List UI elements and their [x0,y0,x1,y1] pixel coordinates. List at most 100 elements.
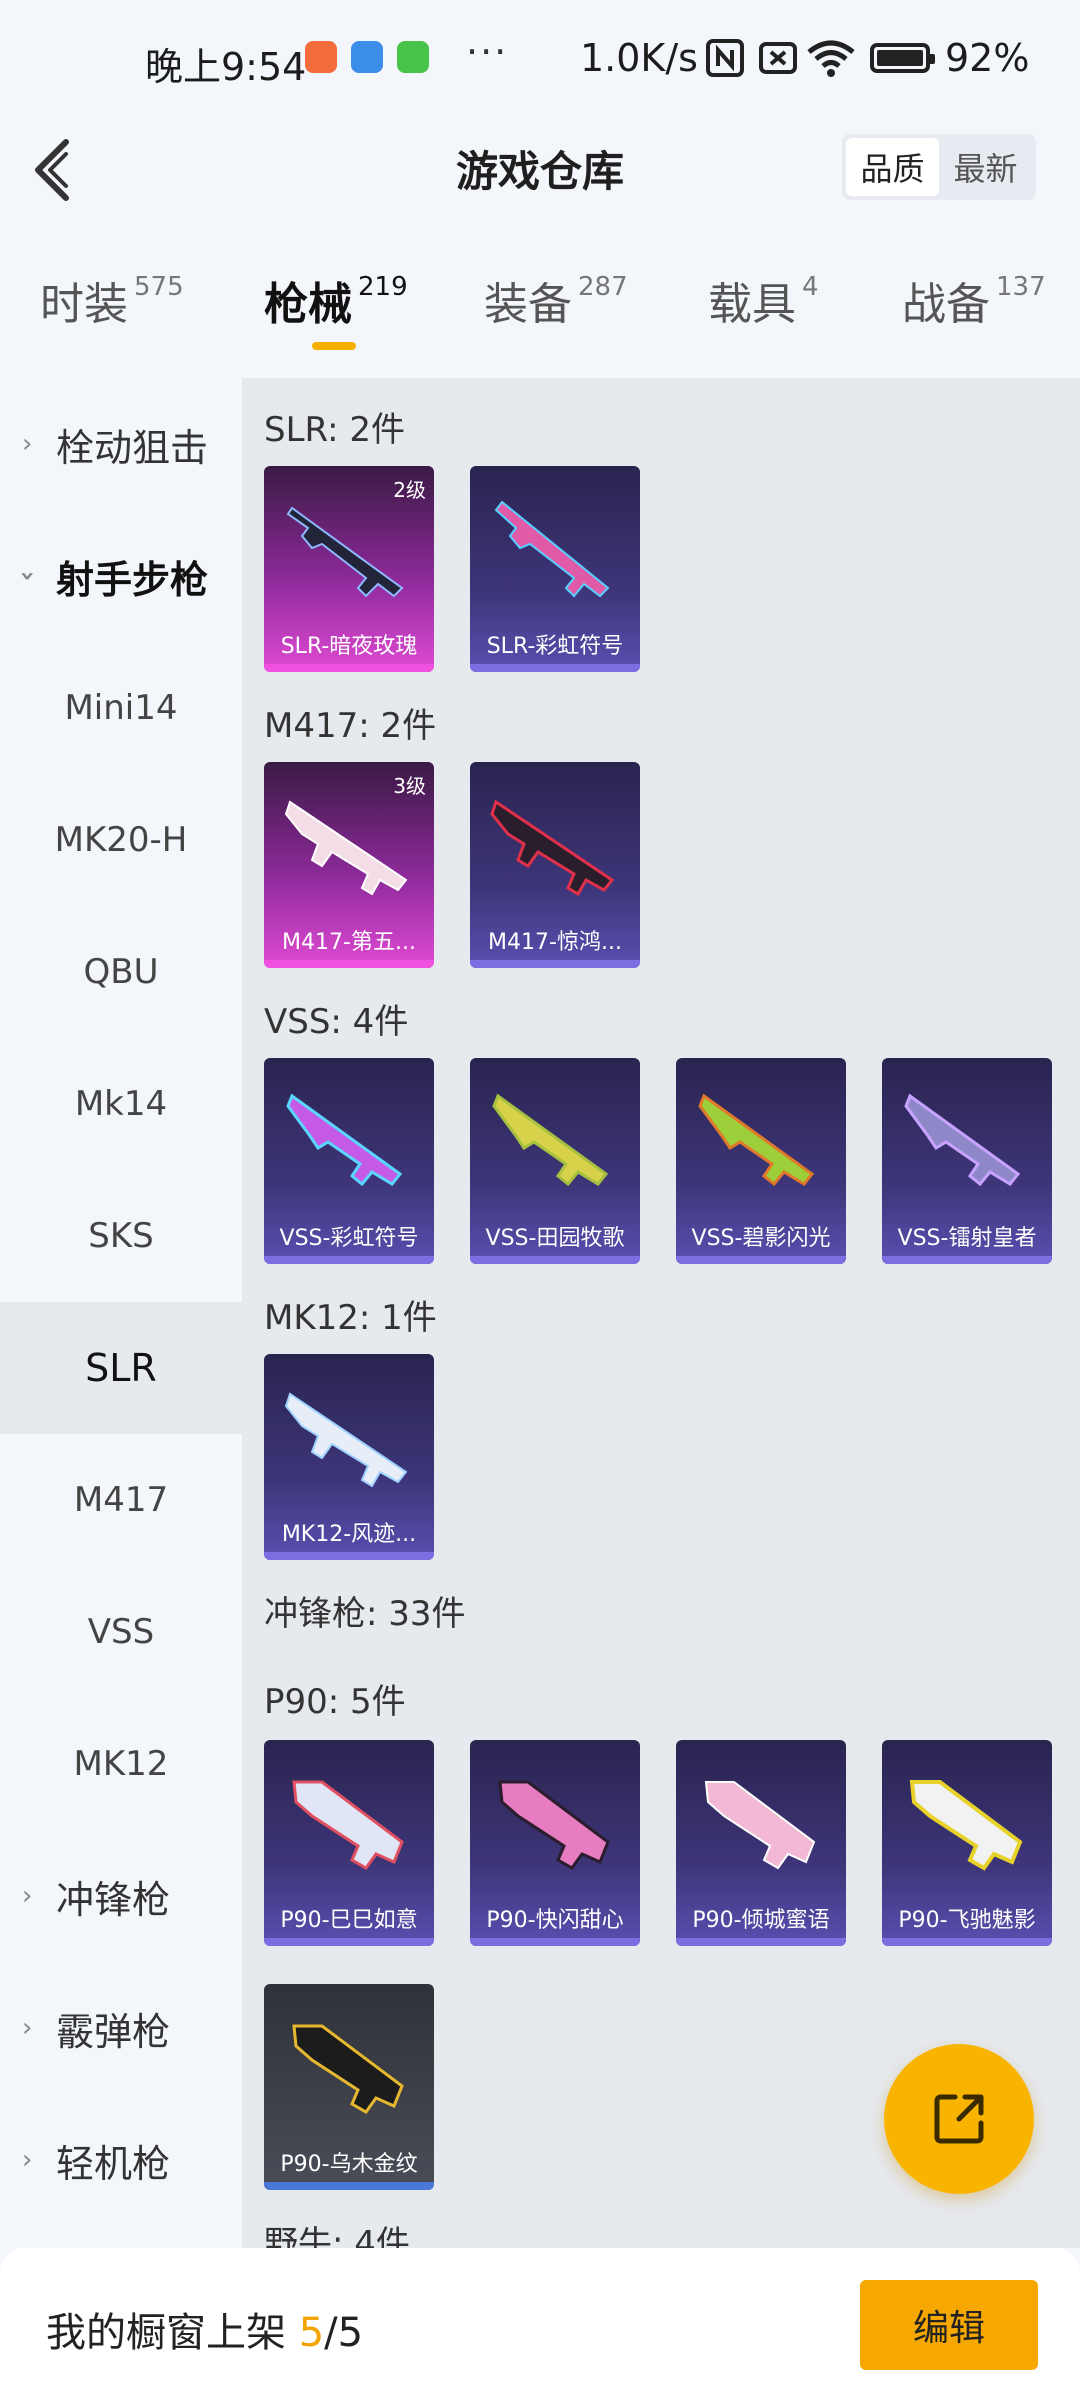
showcase-bar: 我的橱窗上架 5/5 编辑 [0,2248,1080,2400]
sidebar-item-label: 冲锋枪 [56,1877,171,1922]
smg-image-icon [292,2024,404,2114]
weapon-card[interactable]: P90-巳巳如意 [264,1740,434,1946]
rifle-image-icon [286,1093,403,1187]
tab-gear[interactable]: 战备 137 [902,268,1046,332]
weapon-card[interactable]: 2级 SLR-暗夜玫瑰 [264,466,434,672]
tab-equipment[interactable]: 装备 287 [484,268,628,332]
tab-count: 575 [134,272,184,302]
chevron-right-icon: › [22,2145,33,2175]
rarity-bar [264,960,434,968]
sort-toggle: 品质 最新 [842,134,1036,200]
sidebar-item-mk14[interactable]: Mk14 [0,1038,242,1170]
smg-image-icon [704,1781,816,1870]
weapon-card[interactable]: P90-快闪甜心 [470,1740,640,1946]
weapon-name: VSS-镭射皇者 [897,1226,1037,1251]
showcase-label: 我的橱窗上架 [46,2310,286,2356]
sidebar-item-slr[interactable]: SLR [0,1302,242,1434]
smg-image-icon [498,1780,610,1870]
weapon-card[interactable]: VSS-碧影闪光 [676,1058,846,1264]
weapon-name: M417-惊鸿... [488,930,622,955]
sidebar-item-mk20h[interactable]: MK20-H [0,774,242,906]
chevron-right-icon: › [22,429,33,459]
weapon-card[interactable]: VSS-彩虹符号 [264,1058,434,1264]
rifle-image-icon [492,1093,609,1187]
rarity-bar [676,1256,846,1264]
rarity-bar [264,664,434,672]
chevron-right-icon: › [22,2013,33,2043]
weapon-name: VSS-田园牧歌 [485,1226,625,1251]
weapon-name: VSS-碧影闪光 [691,1226,831,1251]
weapon-grid: SLR: 2件 2级 SLR-暗夜玫瑰 SLR-彩虹符号 M417: 2件 3级… [242,378,1080,2248]
weapon-card[interactable]: VSS-镭射皇者 [882,1058,1052,1264]
tab-firearms[interactable]: 枪械 219 [264,268,408,332]
download-app-icon [397,41,429,73]
rifle-image-icon [284,800,408,896]
tab-fashion[interactable]: 时装 575 [40,268,184,332]
sidebar-item-label: 轻机枪 [56,2141,171,2186]
tab-label: 枪械 [264,279,352,330]
showcase-current: 5 [298,2310,325,2356]
weapon-name: SLR-暗夜玫瑰 [280,634,418,659]
rifle-image-icon [698,1093,815,1187]
tab-vehicles[interactable]: 载具 4 [708,268,819,332]
tab-label: 载具 [708,279,796,330]
sidebar-item-shotgun[interactable]: › 霰弹枪 [0,1962,242,2094]
rarity-bar [882,1256,1052,1264]
tab-label: 时装 [40,279,128,330]
status-bar: 晚上9:54 ··· 1.0K/s 92% [0,0,1080,120]
rarity-bar [470,1938,640,1946]
edit-button[interactable]: 编辑 [860,2280,1038,2370]
weapon-name: M417-第五... [282,930,416,955]
weapon-name: P90-乌木金纹 [280,2152,418,2177]
rifle-image-icon [904,1093,1021,1187]
weapon-type-sidebar: › 栓动狙击 › 射手步枪 Mini14 MK20-H QBU Mk14 SKS… [0,378,242,2248]
rarity-bar [264,1552,434,1560]
rarity-bar [264,1256,434,1264]
weapon-card[interactable]: P90-乌木金纹 [264,1984,434,2190]
wifi-icon [807,40,855,77]
showcase-total: /5 [324,2310,364,2356]
section-label-bizon: 野牛: 4件 [264,2224,410,2248]
sidebar-item-lmg[interactable]: › 轻机枪 [0,2094,242,2226]
weapon-card[interactable]: P90-飞驰魅影 [882,1740,1052,1946]
share-icon [934,2094,984,2144]
weapon-card[interactable]: MK12-风迹... [264,1354,434,1560]
sort-latest[interactable]: 最新 [939,138,1032,196]
tab-label: 装备 [484,279,572,330]
sidebar-item-bolt-sniper[interactable]: › 栓动狙击 [0,378,242,510]
weapon-card[interactable]: M417-惊鸿... [470,762,640,968]
weapon-card[interactable]: 3级 M417-第五... [264,762,434,968]
sidebar-item-smg[interactable]: › 冲锋枪 [0,1830,242,1962]
rarity-bar [882,1938,1052,1946]
rarity-bar [264,2182,434,2190]
category-tabs: 时装 575 枪械 219 装备 287 载具 4 战备 137 [0,268,1080,378]
rifle-image-icon [494,500,610,598]
rarity-bar [470,1256,640,1264]
sort-quality[interactable]: 品质 [846,138,939,196]
active-tab-indicator [312,342,356,350]
sidebar-item-vss[interactable]: VSS [0,1566,242,1698]
rifle-image-icon [490,799,615,897]
rifle-image-icon [284,1392,408,1488]
share-button[interactable] [884,2044,1034,2194]
more-notifications-icon: ··· [466,30,509,74]
sidebar-item-mini14[interactable]: Mini14 [0,642,242,774]
tab-count: 219 [358,272,408,302]
rarity-bar [470,664,640,672]
rarity-bar [470,960,640,968]
sidebar-item-m417[interactable]: M417 [0,1434,242,1566]
sidebar-item-sks[interactable]: SKS [0,1170,242,1302]
weapon-name: MK12-风迹... [281,1522,417,1547]
level-badge: 2级 [393,478,426,502]
section-label-slr: SLR: 2件 [264,410,405,450]
section-label-vss: VSS: 4件 [264,1002,409,1042]
weapon-card[interactable]: SLR-彩虹符号 [470,466,640,672]
sidebar-item-marksman-rifle[interactable]: › 射手步枪 [0,510,242,642]
section-label-mk12: MK12: 1件 [264,1298,437,1338]
weapon-card[interactable]: P90-倾城蜜语 [676,1740,846,1946]
weapon-card[interactable]: VSS-田园牧歌 [470,1058,640,1264]
sidebar-item-qbu[interactable]: QBU [0,906,242,1038]
sidebar-item-mk12[interactable]: MK12 [0,1698,242,1830]
weapon-name: P90-飞驰魅影 [898,1908,1036,1933]
weapon-name: P90-快闪甜心 [486,1908,624,1933]
